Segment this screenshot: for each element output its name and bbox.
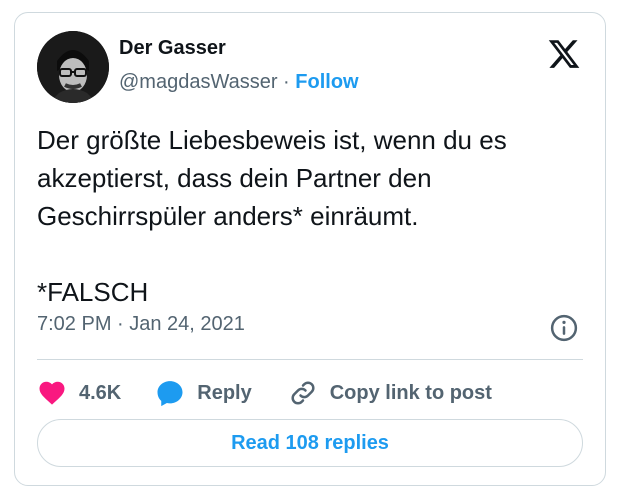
tweet-footnote: *FALSCH <box>37 277 149 307</box>
tweet-text: Der größte Liebesbeweis ist, wenn du es … <box>37 121 597 311</box>
tweet-card: Der Gasser @magdasWasser · Follow Der gr… <box>14 12 606 486</box>
tweet-text-line: Geschirrspüler anders* einräumt. <box>37 201 419 231</box>
tweet-text-line: Der größte Liebesbeweis ist, wenn du es <box>37 125 507 155</box>
reply-label: Reply <box>197 381 252 404</box>
reply-bubble-icon <box>157 381 183 407</box>
handle-row: @magdasWasser · Follow <box>119 71 359 94</box>
follow-button[interactable]: Follow <box>295 71 358 93</box>
read-replies-label: Read 108 replies <box>231 431 389 454</box>
copy-link-button[interactable]: Copy link to post <box>288 378 492 408</box>
divider <box>37 359 583 360</box>
like-button[interactable]: 4.6K <box>37 378 121 408</box>
like-count: 4.6K <box>79 381 122 404</box>
read-replies-button[interactable]: Read 108 replies <box>37 419 583 467</box>
handle-separator: · <box>277 71 296 93</box>
reply-button[interactable]: Reply <box>155 378 252 408</box>
copy-link-label: Copy link to post <box>329 381 492 404</box>
timestamp[interactable]: 7:02 PM · Jan 24, 2021 <box>37 313 245 336</box>
avatar[interactable] <box>37 31 109 103</box>
x-logo-icon[interactable] <box>547 37 581 71</box>
heart-icon <box>39 381 65 405</box>
author-name[interactable]: Der Gasser <box>119 37 226 60</box>
link-icon <box>291 381 315 405</box>
tweet-text-line: akzeptierst, dass dein Partner den <box>37 163 432 193</box>
info-icon[interactable] <box>549 313 579 343</box>
author-handle[interactable]: @magdasWasser <box>119 71 278 93</box>
action-bar: 4.6K Reply Copy link to post <box>37 373 492 413</box>
